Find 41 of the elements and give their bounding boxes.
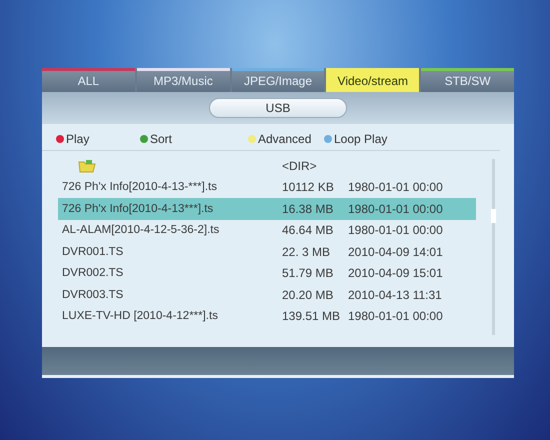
file-row[interactable]: LUXE-TV-HD [2010-4-12***].ts 139.51 MB 1980-01-01 00:00	[58, 306, 476, 327]
tab[interactable]: STB/SW	[421, 68, 514, 92]
file-size: 139.51 MB	[282, 309, 342, 324]
file-name: DVR002.TS	[62, 267, 124, 280]
file-size: 51.79 MB	[282, 266, 334, 280]
file-row[interactable]: AL-ALAM[2010-4-12-5-36-2].ts 46.64 MB 1980-01-01 00:00	[58, 220, 476, 241]
file-row[interactable]: <DIR>	[58, 155, 476, 176]
file-name: LUXE-TV-HD [2010-4-12***].ts	[62, 310, 218, 322]
file-name: 726 Ph'x Info[2010-4-13-***].ts	[62, 181, 217, 194]
folder-up-icon	[78, 158, 96, 173]
file-date: 1980-01-01 00:00	[348, 180, 443, 194]
file-row[interactable]: 726 Ph'x Info[2010-4-13-***].ts 10112 KB 1980-01-01 00:00	[58, 176, 476, 198]
file-row[interactable]: DVR001.TS 22. 3 MB 2010-04-09 14:01	[58, 241, 476, 262]
tab[interactable]: MP3/Music	[136, 68, 230, 92]
tab[interactable]: JPEG/Image	[232, 68, 324, 92]
legend-label: Sort	[150, 132, 172, 146]
file-name: DVR001.TS	[62, 246, 124, 258]
file-name: DVR003.TS	[62, 288, 124, 301]
file-size: <DIR>	[282, 158, 318, 173]
tab[interactable]: Video/stream	[326, 68, 420, 92]
legend-label: Loop Play	[334, 132, 388, 146]
file-date: 2010-04-09 15:01	[348, 266, 443, 280]
file-date: 1980-01-01 00:00	[348, 223, 443, 238]
file-size: 46.64 MB	[282, 223, 334, 238]
file-size: 20.20 MB	[282, 288, 334, 302]
file-size: 16.38 MB	[282, 202, 334, 216]
legend-label: Play	[66, 132, 90, 146]
file-date: 1980-01-01 00:00	[348, 309, 443, 324]
file-date: 2010-04-09 14:01	[348, 244, 443, 259]
file-name: AL-ALAM[2010-4-12-5-36-2].ts	[62, 224, 220, 236]
file-date: 2010-04-13 11:31	[348, 288, 442, 302]
file-row[interactable]: DVR002.TS 51.79 MB 2010-04-09 15:01	[58, 262, 476, 284]
file-size: 10112 KB	[282, 180, 335, 194]
tab[interactable]: ALL	[42, 68, 135, 92]
legend-label: Advanced	[258, 132, 312, 146]
file-size: 22. 3 MB	[282, 244, 332, 259]
file-row[interactable]: 726 Ph'x Info[2010-4-13***].ts 16.38 MB 1980-01-01 00:00	[58, 198, 476, 220]
device-label: USB	[209, 98, 347, 118]
file-date: 1980-01-01 00:00	[348, 202, 443, 216]
file-name: 726 Ph'x Info[2010-4-13***].ts	[62, 202, 214, 215]
file-row[interactable]: DVR003.TS 20.20 MB 2010-04-13 11:31	[58, 284, 476, 306]
